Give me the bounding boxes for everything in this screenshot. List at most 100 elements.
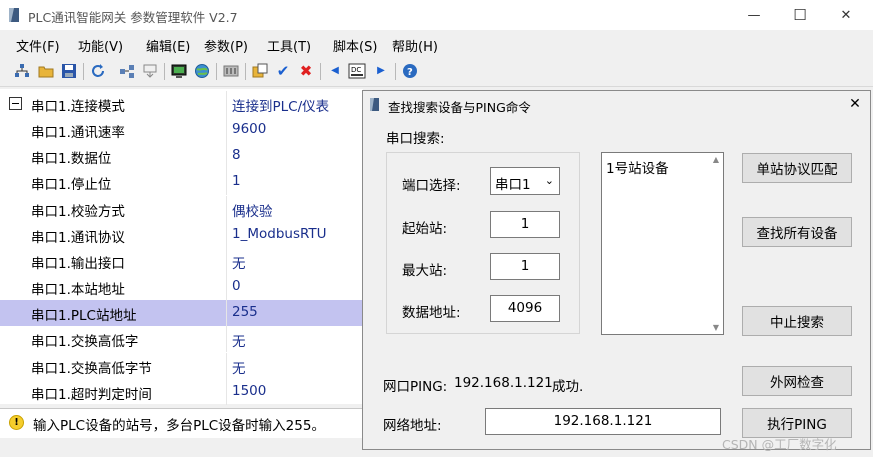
- property-name: 串口1.PLC站地址: [31, 308, 137, 325]
- property-name: 串口1.连接模式: [31, 99, 125, 115]
- property-row[interactable]: 串口1.交换高低字节 无: [0, 352, 363, 379]
- device-list-item[interactable]: 1号站设备: [606, 157, 669, 177]
- property-value[interactable]: 9600: [232, 121, 266, 137]
- start-station-input[interactable]: 1: [490, 211, 560, 238]
- svg-text:DC: DC: [351, 66, 361, 74]
- property-value[interactable]: 无: [232, 252, 246, 272]
- toolbar-separator: [216, 63, 217, 80]
- property-row[interactable]: 串口1.校验方式 偶校验: [0, 195, 363, 222]
- property-value[interactable]: 255: [232, 304, 258, 320]
- connect-icon[interactable]: [118, 62, 136, 80]
- menu-help[interactable]: 帮助(H): [392, 36, 438, 55]
- delete-icon[interactable]: ✖: [297, 62, 315, 80]
- property-name: 串口1.数据位: [31, 151, 112, 168]
- property-row[interactable]: 串口1.本站地址 0: [0, 274, 363, 301]
- single-protocol-match-button[interactable]: 单站协议匹配: [742, 153, 852, 183]
- scroll-down-icon[interactable]: ▼: [713, 323, 719, 332]
- paste-icon[interactable]: [251, 62, 269, 80]
- scroll-up-icon[interactable]: ▲: [713, 155, 719, 164]
- close-button[interactable]: ✕: [823, 0, 869, 30]
- dialog-logo-icon: [370, 98, 379, 111]
- menu-tools[interactable]: 工具(T): [267, 36, 311, 55]
- property-row[interactable]: 串口1.输出接口 无: [0, 247, 363, 274]
- property-value[interactable]: 连接到PLC/仪表: [232, 95, 329, 115]
- data-address-input[interactable]: 4096: [490, 295, 560, 322]
- property-value[interactable]: 0: [232, 278, 241, 294]
- toolbar-separator: [83, 63, 84, 80]
- property-row[interactable]: 串口1.交换高低字 无: [0, 326, 363, 353]
- monitor-icon[interactable]: [170, 62, 188, 80]
- data-address-label: 数据地址:: [402, 305, 461, 321]
- download-icon[interactable]: [141, 62, 159, 80]
- toolbar-separator: [395, 63, 396, 80]
- column-divider: [226, 221, 227, 248]
- app-logo-icon: [9, 8, 19, 22]
- max-station-input[interactable]: 1: [490, 253, 560, 280]
- property-name: 串口1.通讯速率: [31, 125, 125, 142]
- column-divider: [226, 378, 227, 405]
- property-value[interactable]: 偶校验: [232, 200, 273, 220]
- save-icon[interactable]: [60, 62, 78, 80]
- property-row[interactable]: 串口1.连接模式 连接到PLC/仪表: [0, 91, 363, 117]
- prev-icon[interactable]: ◀: [326, 62, 344, 80]
- property-row[interactable]: 串口1.通讯速率 9600: [0, 117, 363, 144]
- property-value[interactable]: 无: [232, 357, 246, 377]
- svg-text:?: ?: [407, 67, 413, 78]
- network-address-label: 网络地址:: [383, 418, 442, 434]
- property-row[interactable]: 串口1.停止位 1: [0, 169, 363, 196]
- port-select[interactable]: 串口1 ⌄: [490, 167, 560, 195]
- property-row[interactable]: 串口1.通讯协议 1_ModbusRTU: [0, 221, 363, 248]
- property-value[interactable]: 1: [232, 173, 241, 189]
- toolbar-separator: [320, 63, 321, 80]
- window-title: PLC通讯智能网关 参数管理软件 V2.7: [28, 10, 238, 25]
- dialog-close-button[interactable]: ✕: [844, 93, 866, 115]
- next-icon[interactable]: ▶: [372, 62, 390, 80]
- column-divider: [226, 169, 227, 196]
- device-icon[interactable]: [222, 62, 240, 80]
- menu-function[interactable]: 功能(V): [78, 36, 123, 55]
- dc-icon[interactable]: DC: [348, 62, 366, 80]
- column-divider: [226, 352, 227, 379]
- property-name: 串口1.校验方式: [31, 203, 125, 220]
- property-row[interactable]: 串口1.数据位 8: [0, 143, 363, 170]
- property-name: 串口1.交换高低字: [31, 334, 139, 351]
- property-value[interactable]: 无: [232, 330, 246, 350]
- check-icon[interactable]: ✔: [274, 62, 292, 80]
- menu-file[interactable]: 文件(F): [16, 36, 60, 55]
- property-value[interactable]: 1500: [232, 383, 266, 399]
- menu-script[interactable]: 脚本(S): [333, 36, 377, 55]
- open-folder-icon[interactable]: [37, 62, 55, 80]
- toolbar-separator: [245, 63, 246, 80]
- network-icon[interactable]: [13, 62, 31, 80]
- max-station-label: 最大站:: [402, 263, 448, 279]
- warning-icon: !: [9, 415, 24, 430]
- property-name: 串口1.超时判定时间: [31, 386, 152, 403]
- column-divider: [226, 91, 227, 117]
- property-value[interactable]: 8: [232, 147, 241, 163]
- property-name: 串口1.通讯协议: [31, 229, 125, 246]
- property-value[interactable]: 1_ModbusRTU: [232, 226, 327, 242]
- menu-edit[interactable]: 编辑(E): [146, 36, 190, 55]
- maximize-button[interactable]: ☐: [777, 0, 823, 30]
- device-listbox[interactable]: 1号站设备 ▲ ▼: [601, 152, 724, 335]
- external-network-check-button[interactable]: 外网检查: [742, 366, 852, 396]
- property-row[interactable]: 串口1.超时判定时间 1500: [0, 378, 363, 405]
- property-row[interactable]: 串口1.PLC站地址 255: [0, 300, 363, 327]
- dialog-title: 查找搜索设备与PING命令: [388, 100, 531, 115]
- web-icon[interactable]: [193, 62, 211, 80]
- minimize-button[interactable]: —: [731, 0, 777, 30]
- column-divider: [226, 195, 227, 222]
- stop-search-button[interactable]: 中止搜索: [742, 306, 852, 336]
- network-address-input[interactable]: 192.168.1.121: [485, 408, 721, 435]
- ping-label: 网口PING:: [383, 379, 448, 395]
- property-name: 串口1.输出接口: [31, 255, 125, 272]
- chevron-down-icon: ⌄: [544, 174, 554, 187]
- help-icon[interactable]: ?: [401, 62, 419, 80]
- find-all-devices-button[interactable]: 查找所有设备: [742, 217, 852, 247]
- refresh-icon[interactable]: [89, 62, 107, 80]
- collapse-toggle-icon[interactable]: [9, 97, 22, 110]
- column-divider: [226, 143, 227, 170]
- menu-parameter[interactable]: 参数(P): [204, 36, 248, 55]
- status-text: 输入PLC设备的站号，多台PLC设备时输入255。: [33, 418, 325, 434]
- toolbar-separator: [164, 63, 165, 80]
